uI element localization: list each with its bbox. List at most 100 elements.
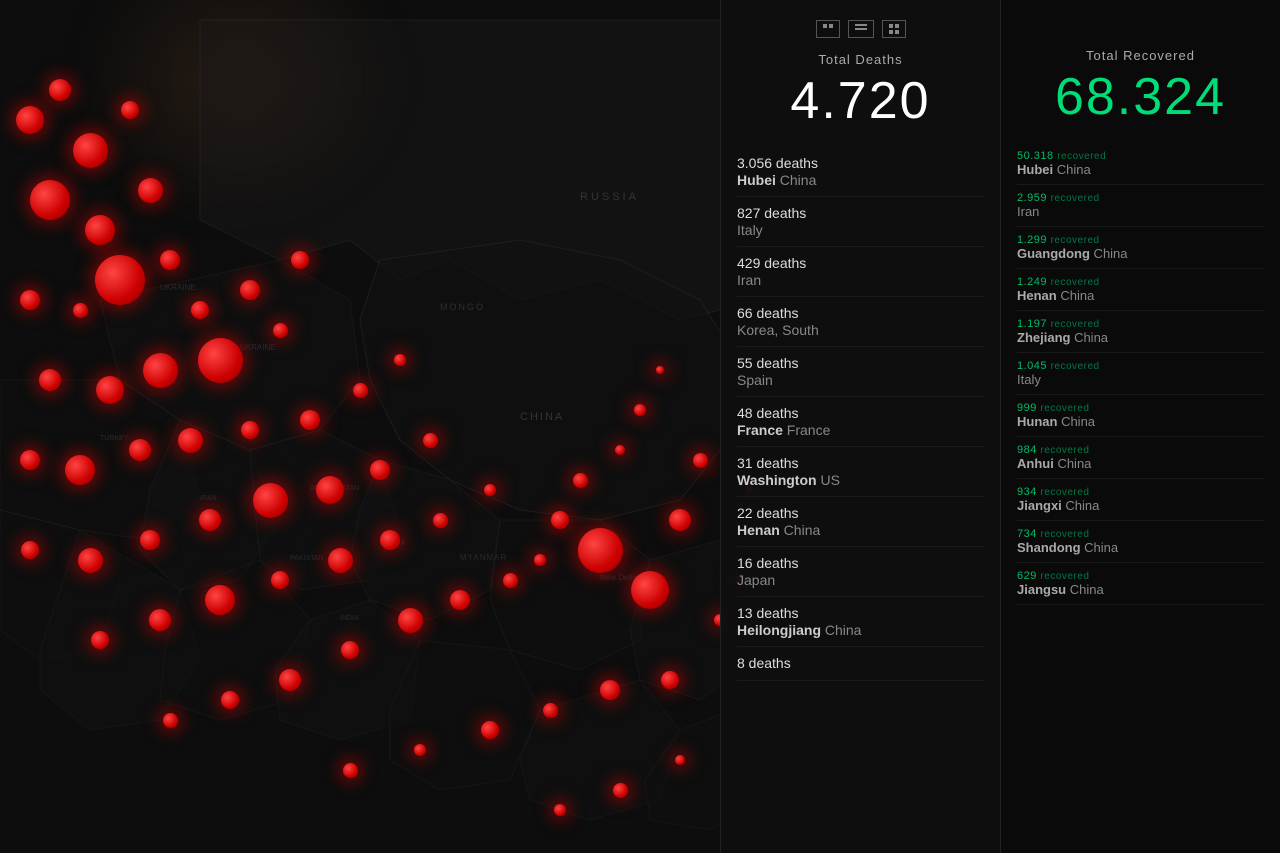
infection-dot	[615, 445, 625, 455]
death-list-item: 55 deaths Spain	[737, 347, 984, 397]
recovered-list: 50.318 recovered Hubei China 2.959 recov…	[1017, 143, 1264, 605]
infection-dot	[394, 354, 406, 366]
infection-dot	[661, 671, 679, 689]
recovered-list-item: 2.959 recovered Iran	[1017, 185, 1264, 227]
recovered-label: recovered	[1051, 319, 1100, 330]
infection-dot	[191, 301, 209, 319]
infection-dot	[279, 669, 301, 691]
grid-icon[interactable]	[816, 20, 840, 38]
infection-dot	[273, 323, 288, 338]
death-list-item: 429 deaths Iran	[737, 247, 984, 297]
infection-dot	[178, 428, 203, 453]
recovered-location: Henan China	[1017, 288, 1264, 303]
infection-dot	[65, 455, 95, 485]
recovered-panel: Total Recovered 68.324 50.318 recovered …	[1000, 0, 1280, 853]
infection-dot	[433, 513, 448, 528]
infection-dot	[423, 433, 438, 448]
infection-dot	[634, 404, 646, 416]
death-count: 3.056 deaths	[737, 155, 984, 171]
infection-dot	[140, 530, 160, 550]
infection-dot	[198, 338, 243, 383]
svg-text:New Delhi: New Delhi	[600, 573, 637, 582]
recovered-count: 1.045 recovered	[1017, 360, 1264, 372]
recovered-location: Jiangsu China	[1017, 582, 1264, 597]
death-count: 827 deaths	[737, 205, 984, 221]
infection-dot	[414, 744, 426, 756]
infection-dot	[16, 106, 44, 134]
svg-text:RUSSIA: RUSSIA	[580, 191, 639, 203]
death-list-item: 13 deaths Heilongjiang China	[737, 597, 984, 647]
infection-dot	[121, 101, 139, 119]
infection-dot	[20, 450, 40, 470]
recovered-count: 1.299 recovered	[1017, 234, 1264, 246]
infection-dot	[30, 180, 70, 220]
infection-dot	[551, 511, 569, 529]
recovered-label: recovered	[1040, 571, 1089, 582]
recovered-location: Hubei China	[1017, 162, 1264, 177]
death-location: Italy	[737, 222, 984, 238]
infection-dot	[481, 721, 499, 739]
svg-text:UKRAINE: UKRAINE	[160, 283, 196, 292]
total-recovered-value: 68.324	[1017, 67, 1264, 127]
recovered-label: recovered	[1040, 403, 1089, 414]
recovered-label: recovered	[1057, 151, 1106, 162]
total-deaths-value: 4.720	[737, 71, 984, 131]
infection-dot	[613, 783, 628, 798]
infection-dot	[129, 439, 151, 461]
recovered-label: recovered	[1040, 487, 1089, 498]
infection-dot	[78, 548, 103, 573]
infection-dot	[163, 713, 178, 728]
recovered-list-item: 984 recovered Anhui China	[1017, 437, 1264, 479]
recovered-count: 1.197 recovered	[1017, 318, 1264, 330]
infection-dot	[316, 476, 344, 504]
recovered-list-item: 734 recovered Shandong China	[1017, 521, 1264, 563]
recovered-count: 999 recovered	[1017, 402, 1264, 414]
list-icon[interactable]	[848, 20, 874, 38]
recovered-list-item: 1.045 recovered Italy	[1017, 353, 1264, 395]
infection-dot	[160, 250, 180, 270]
infection-dot	[149, 609, 171, 631]
infection-dot	[573, 473, 588, 488]
table-icon[interactable]	[882, 20, 906, 38]
infection-dot	[39, 369, 61, 391]
infection-dot	[91, 631, 109, 649]
death-location: France France	[737, 422, 984, 438]
infection-dot	[484, 484, 496, 496]
death-location: Hubei China	[737, 172, 984, 188]
infection-dot	[554, 804, 566, 816]
recovered-location: Guangdong China	[1017, 246, 1264, 261]
svg-text:IRAN: IRAN	[200, 495, 217, 502]
infection-dot	[631, 571, 669, 609]
infection-dot	[49, 79, 71, 101]
death-count: 22 deaths	[737, 505, 984, 521]
infection-dot	[328, 548, 353, 573]
death-list-item: 31 deaths Washington US	[737, 447, 984, 497]
recovered-list-item: 999 recovered Hunan China	[1017, 395, 1264, 437]
recovered-location: Zhejiang China	[1017, 330, 1264, 345]
death-location: Henan China	[737, 522, 984, 538]
recovered-list-item: 1.249 recovered Henan China	[1017, 269, 1264, 311]
recovered-label: recovered	[1040, 529, 1089, 540]
recovered-label: recovered	[1051, 193, 1100, 204]
recovered-list-item: 934 recovered Jiangxi China	[1017, 479, 1264, 521]
recovered-count: 934 recovered	[1017, 486, 1264, 498]
death-count: 31 deaths	[737, 455, 984, 471]
infection-dot	[353, 383, 368, 398]
infection-dot	[199, 509, 221, 531]
recovered-location: Jiangxi China	[1017, 498, 1264, 513]
recovered-label: recovered	[1051, 277, 1100, 288]
svg-text:UKRAINE: UKRAINE	[240, 343, 276, 352]
infection-dot	[693, 453, 708, 468]
recovered-location: Italy	[1017, 372, 1264, 387]
death-list-item: 16 deaths Japan	[737, 547, 984, 597]
death-location: Spain	[737, 372, 984, 388]
death-count: 55 deaths	[737, 355, 984, 371]
death-count: 13 deaths	[737, 605, 984, 621]
infection-dot	[380, 530, 400, 550]
recovered-label: recovered	[1040, 445, 1089, 456]
death-location: Washington US	[737, 472, 984, 488]
map-container: RUSSIA CHINA MONGO MYANMAR BURMA New Del…	[0, 0, 780, 853]
death-count: 8 deaths	[737, 655, 984, 671]
total-deaths-label: Total Deaths	[737, 52, 984, 67]
infection-dot	[291, 251, 309, 269]
